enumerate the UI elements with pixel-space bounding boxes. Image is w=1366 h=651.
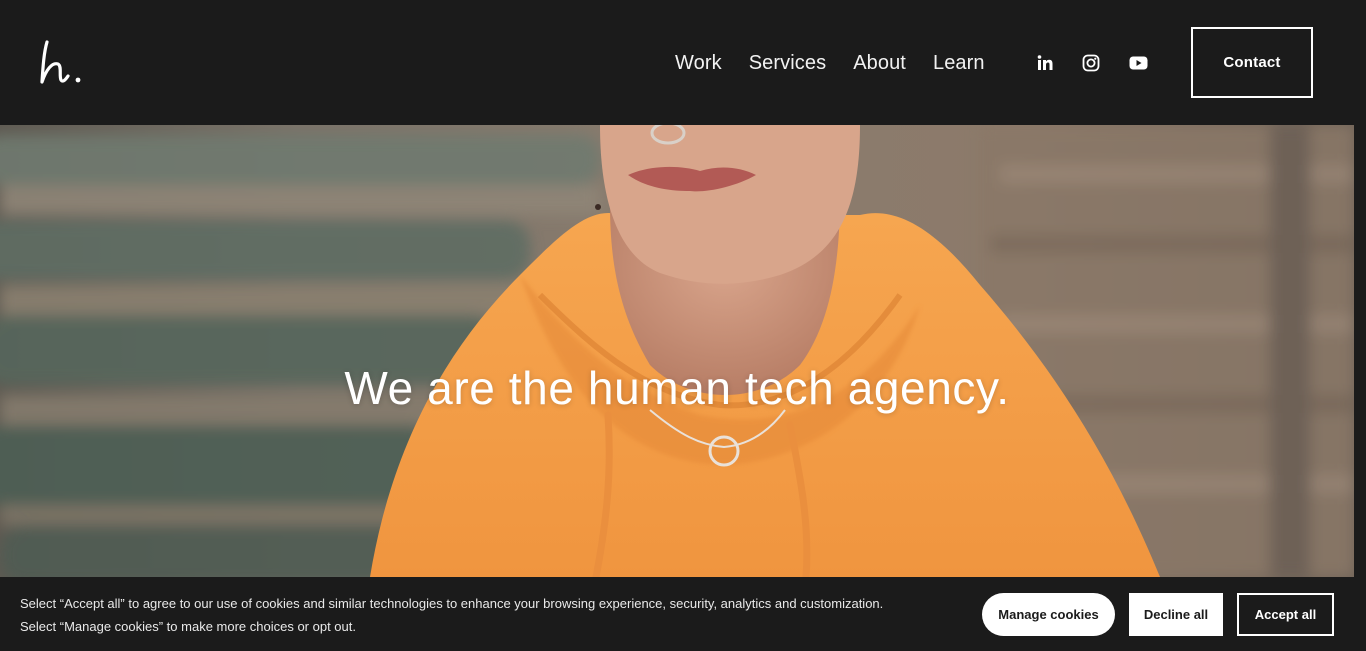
cookie-message: Select “Accept all” to agree to our use … — [20, 596, 884, 634]
hero-image: We are the human tech agency. — [0, 125, 1354, 577]
cookie-banner: Select “Accept all” to agree to our use … — [0, 577, 1366, 651]
nav-link-learn[interactable]: Learn — [933, 49, 985, 77]
nav-link-about[interactable]: About — [853, 49, 906, 77]
decline-all-button[interactable]: Decline all — [1129, 593, 1223, 636]
main-nav: Work Services About Learn — [675, 49, 1012, 77]
manage-cookies-button[interactable]: Manage cookies — [982, 593, 1115, 636]
nav-link-services[interactable]: Services — [749, 49, 827, 77]
instagram-icon[interactable] — [1080, 52, 1102, 74]
youtube-icon[interactable] — [1127, 52, 1149, 74]
nav-link-work[interactable]: Work — [675, 49, 722, 77]
site-header: Work Services About Learn Contact — [0, 0, 1366, 125]
hero-photo — [0, 125, 1354, 577]
hero-title: We are the human tech agency. — [344, 362, 1010, 414]
scrollbar-track — [1354, 125, 1366, 577]
linkedin-icon[interactable] — [1034, 52, 1056, 74]
contact-button[interactable]: Contact — [1191, 27, 1313, 98]
accept-all-button[interactable]: Accept all — [1237, 593, 1334, 636]
h-logo-icon[interactable] — [38, 38, 86, 88]
